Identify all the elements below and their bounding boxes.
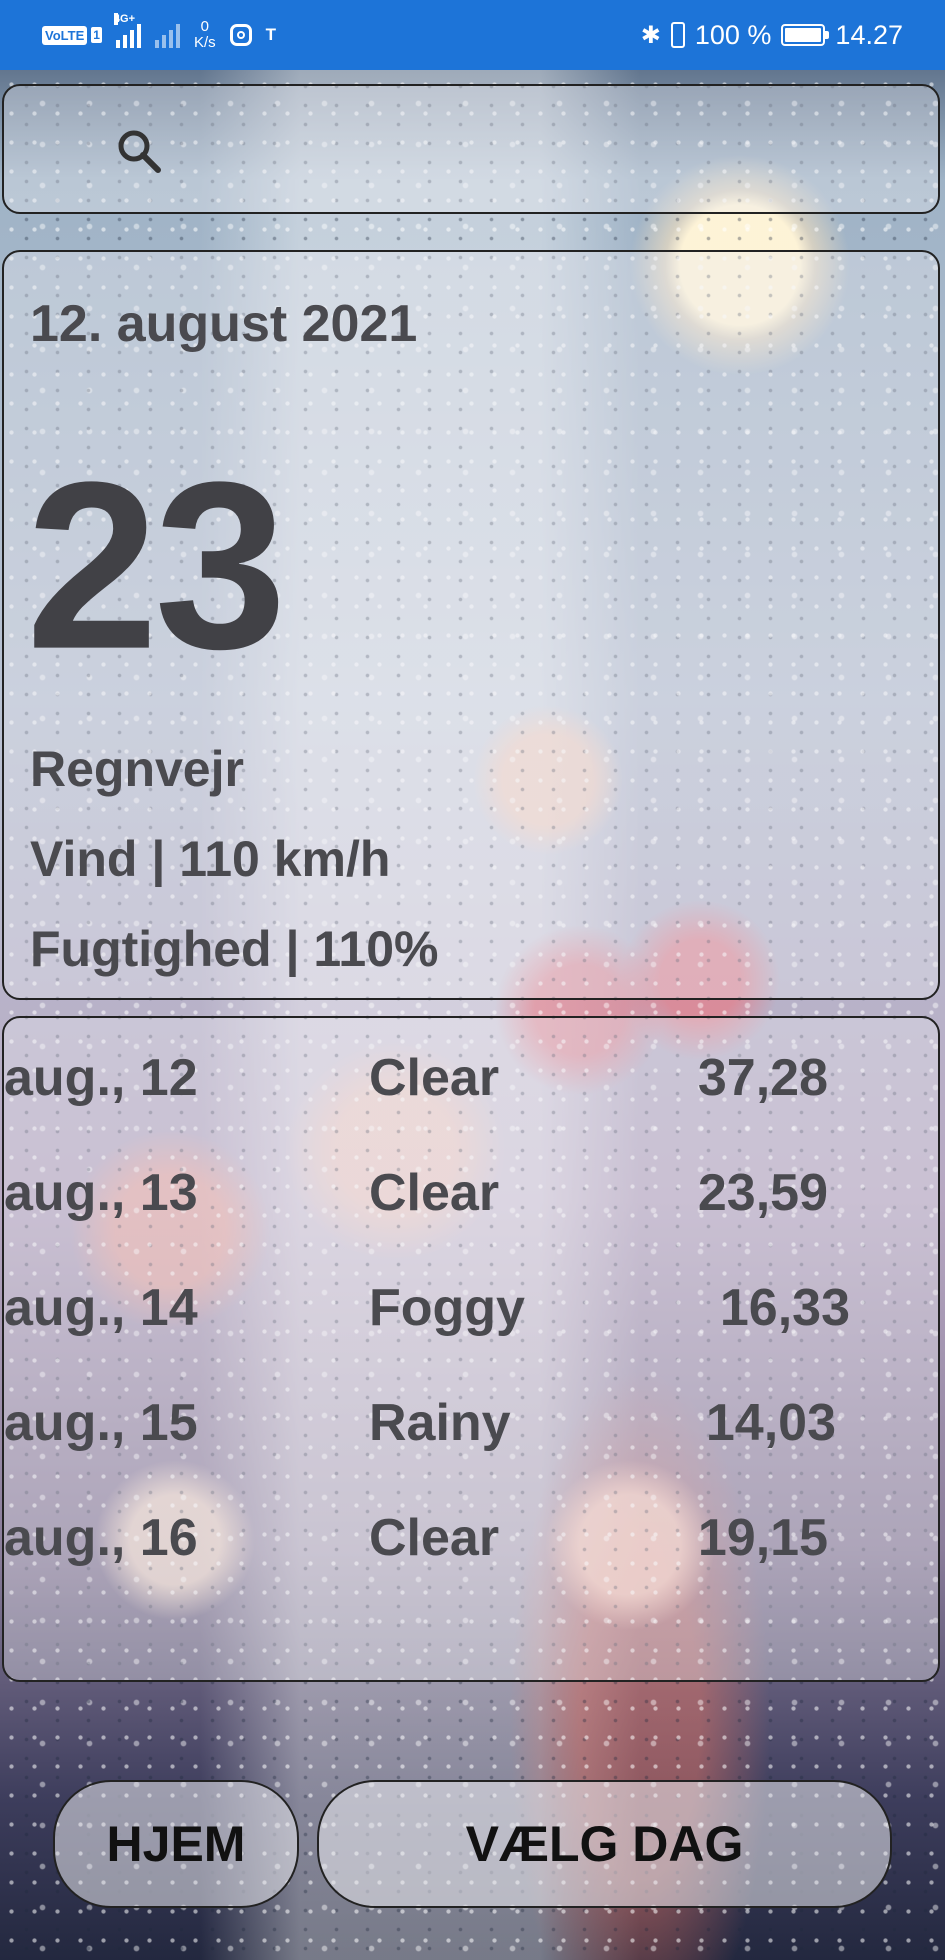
forecast-date: aug., 13 xyxy=(4,1164,198,1222)
forecast-date: aug., 15 xyxy=(4,1394,198,1452)
forecast-row[interactable]: aug., 16 Clear 19,15 xyxy=(4,1503,938,1573)
forecast-list[interactable]: aug., 12 Clear 37,28 aug., 13 Clear 23,5… xyxy=(2,1016,940,1682)
forecast-value: 37,28 xyxy=(697,1049,828,1107)
network-speed-unit: K/s xyxy=(193,34,216,51)
forecast-row[interactable]: aug., 14 Foggy 16,33 xyxy=(4,1273,938,1343)
wind-speed: Vind | 110 km/h xyxy=(30,831,391,887)
forecast-value: 19,15 xyxy=(697,1509,828,1567)
sim-indicator: 1 xyxy=(91,27,102,43)
network-speed-value: 0 xyxy=(200,18,209,35)
humidity: Fugtighed | 110% xyxy=(30,921,439,977)
status-bar: VoLTE 1 4G+ 0 K/s T ✱ 100 % 14.27 xyxy=(0,0,945,70)
network-speed: 0 K/s xyxy=(194,19,216,51)
forecast-condition: Foggy xyxy=(369,1279,525,1337)
search-input[interactable] xyxy=(184,116,888,188)
search-bar[interactable] xyxy=(2,84,940,214)
forecast-date: aug., 14 xyxy=(4,1279,198,1337)
forecast-value: 23,59 xyxy=(697,1164,828,1222)
network-type: 4G+ xyxy=(113,13,136,25)
forecast-value: 16,33 xyxy=(719,1279,850,1337)
choose-day-button[interactable]: VÆLG DAG xyxy=(317,1780,892,1908)
current-temperature: 23 xyxy=(26,433,287,699)
signal-strength-icon: 4G+ xyxy=(113,13,141,48)
forecast-condition: Clear xyxy=(369,1164,500,1222)
current-date: 12. august 2021 xyxy=(30,295,418,353)
search-icon[interactable] xyxy=(114,126,164,176)
battery-percent: 100 % xyxy=(694,19,772,50)
clock: 14.27 xyxy=(835,19,903,50)
forecast-date: aug., 16 xyxy=(4,1509,198,1567)
forecast-condition: Rainy xyxy=(369,1394,511,1452)
forecast-row[interactable]: aug., 13 Clear 23,59 xyxy=(4,1158,938,1228)
status-bar-left: VoLTE 1 4G+ 0 K/s T xyxy=(42,0,276,70)
forecast-row[interactable]: aug., 12 Clear 37,28 xyxy=(4,1043,938,1113)
current-condition: Regnvejr xyxy=(30,741,244,797)
current-weather-card: 12. august 2021 23 Regnvejr Vind | 110 k… xyxy=(2,250,940,1000)
status-bar-right: ✱ 100 % 14.27 xyxy=(641,0,903,70)
home-button[interactable]: HJEM xyxy=(53,1780,299,1908)
forecast-date: aug., 12 xyxy=(4,1049,198,1107)
forecast-condition: Clear xyxy=(369,1049,500,1107)
volte-icon: VoLTE xyxy=(42,25,88,45)
instagram-icon xyxy=(229,24,252,46)
battery-charging-icon xyxy=(781,24,830,46)
forecast-row[interactable]: aug., 15 Rainy 14,03 xyxy=(4,1388,938,1458)
forecast-condition: Clear xyxy=(369,1509,500,1567)
forecast-value: 14,03 xyxy=(705,1394,836,1452)
bluetooth-icon: ✱ xyxy=(640,21,661,49)
signal-strength-icon-sim2 xyxy=(154,22,180,48)
teams-icon: T xyxy=(265,25,277,44)
vibrate-icon xyxy=(670,22,685,48)
